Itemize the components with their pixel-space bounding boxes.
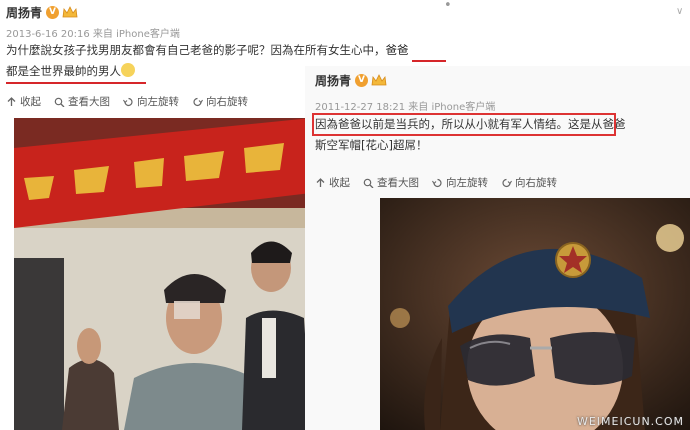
chevron-down-icon[interactable]: ∨ bbox=[676, 6, 683, 17]
smile-emoji-icon bbox=[121, 63, 135, 77]
rotate-left-label: 向左旋转 bbox=[446, 177, 488, 189]
watermark: WEIMEICUN.COM bbox=[576, 415, 684, 428]
view-large-button[interactable]: 查看大图 bbox=[54, 94, 110, 109]
post-text-line1: 为什麼說女孩子找男朋友都會有自己老爸的影子呢？因為在所有女生心中， bbox=[6, 43, 386, 57]
crown-icon bbox=[371, 74, 387, 86]
magnifier-icon bbox=[363, 178, 374, 188]
post-timestamp: 2013-6-16 20:16 来自 iPhone客户端 bbox=[6, 29, 180, 40]
rotate-left-icon bbox=[123, 97, 133, 106]
magnifier-icon bbox=[54, 97, 65, 107]
rotate-right-button[interactable]: 向右旋转 bbox=[501, 175, 557, 190]
rotate-left-label: 向左旋转 bbox=[137, 96, 179, 108]
dot-icon: • bbox=[444, 0, 452, 13]
image-toolbar: 收起 查看大图 向左旋转 向右旋转 bbox=[6, 94, 261, 109]
verified-badge: V bbox=[46, 6, 60, 19]
post-text-highlight: 爸爸 bbox=[385, 43, 409, 57]
view-large-label: 查看大图 bbox=[377, 177, 419, 189]
underline-mark bbox=[412, 60, 446, 62]
image-toolbar: 收起 查看大图 向左旋转 向右旋转 bbox=[315, 175, 570, 190]
view-large-button[interactable]: 查看大图 bbox=[363, 175, 419, 190]
arrow-up-icon bbox=[316, 177, 325, 187]
post-photo[interactable] bbox=[14, 118, 311, 430]
photo-image bbox=[14, 118, 311, 430]
rotate-right-label: 向右旋转 bbox=[515, 177, 557, 189]
author-name[interactable]: 周扬青 bbox=[315, 72, 351, 89]
rotate-right-button[interactable]: 向右旋转 bbox=[192, 94, 248, 109]
collapse-label: 收起 bbox=[329, 177, 350, 189]
collapse-button[interactable]: 收起 bbox=[315, 175, 350, 190]
weibo-post-1: 周扬青 V 2013-6-16 20:16 来自 iPhone客户端 为什麼說女… bbox=[0, 0, 446, 430]
rotate-right-icon bbox=[502, 178, 512, 187]
rotate-left-button[interactable]: 向左旋转 bbox=[432, 175, 488, 190]
post-text-line2: 都是全世界最帥的男人 bbox=[6, 64, 121, 78]
photo-image bbox=[380, 198, 690, 430]
collapse-button[interactable]: 收起 bbox=[6, 94, 41, 109]
highlight-box bbox=[312, 113, 616, 136]
rotate-right-icon bbox=[193, 97, 203, 106]
rotate-left-icon bbox=[432, 178, 442, 187]
collapse-label: 收起 bbox=[20, 96, 41, 108]
post-header: 周扬青 V bbox=[315, 72, 387, 89]
rotate-left-button[interactable]: 向左旋转 bbox=[123, 94, 179, 109]
post-header: 周扬青 V bbox=[6, 4, 78, 21]
post-photo[interactable]: WEIMEICUN.COM bbox=[380, 198, 690, 430]
arrow-up-icon bbox=[7, 96, 16, 106]
weibo-post-2: 周扬青 V 2011-12-27 18:21 来自 iPhone客户端 因為爸爸… bbox=[305, 66, 690, 430]
crown-icon bbox=[62, 6, 78, 18]
post-text-line2: 斯空军帽[花心]超屌！ bbox=[315, 138, 428, 152]
rotate-right-label: 向右旋转 bbox=[206, 96, 248, 108]
verified-badge: V bbox=[355, 74, 369, 87]
post-timestamp: 2011-12-27 18:21 来自 iPhone客户端 bbox=[315, 102, 496, 113]
view-large-label: 查看大图 bbox=[68, 96, 110, 108]
underline-mark bbox=[6, 82, 146, 84]
author-name[interactable]: 周扬青 bbox=[6, 4, 42, 21]
